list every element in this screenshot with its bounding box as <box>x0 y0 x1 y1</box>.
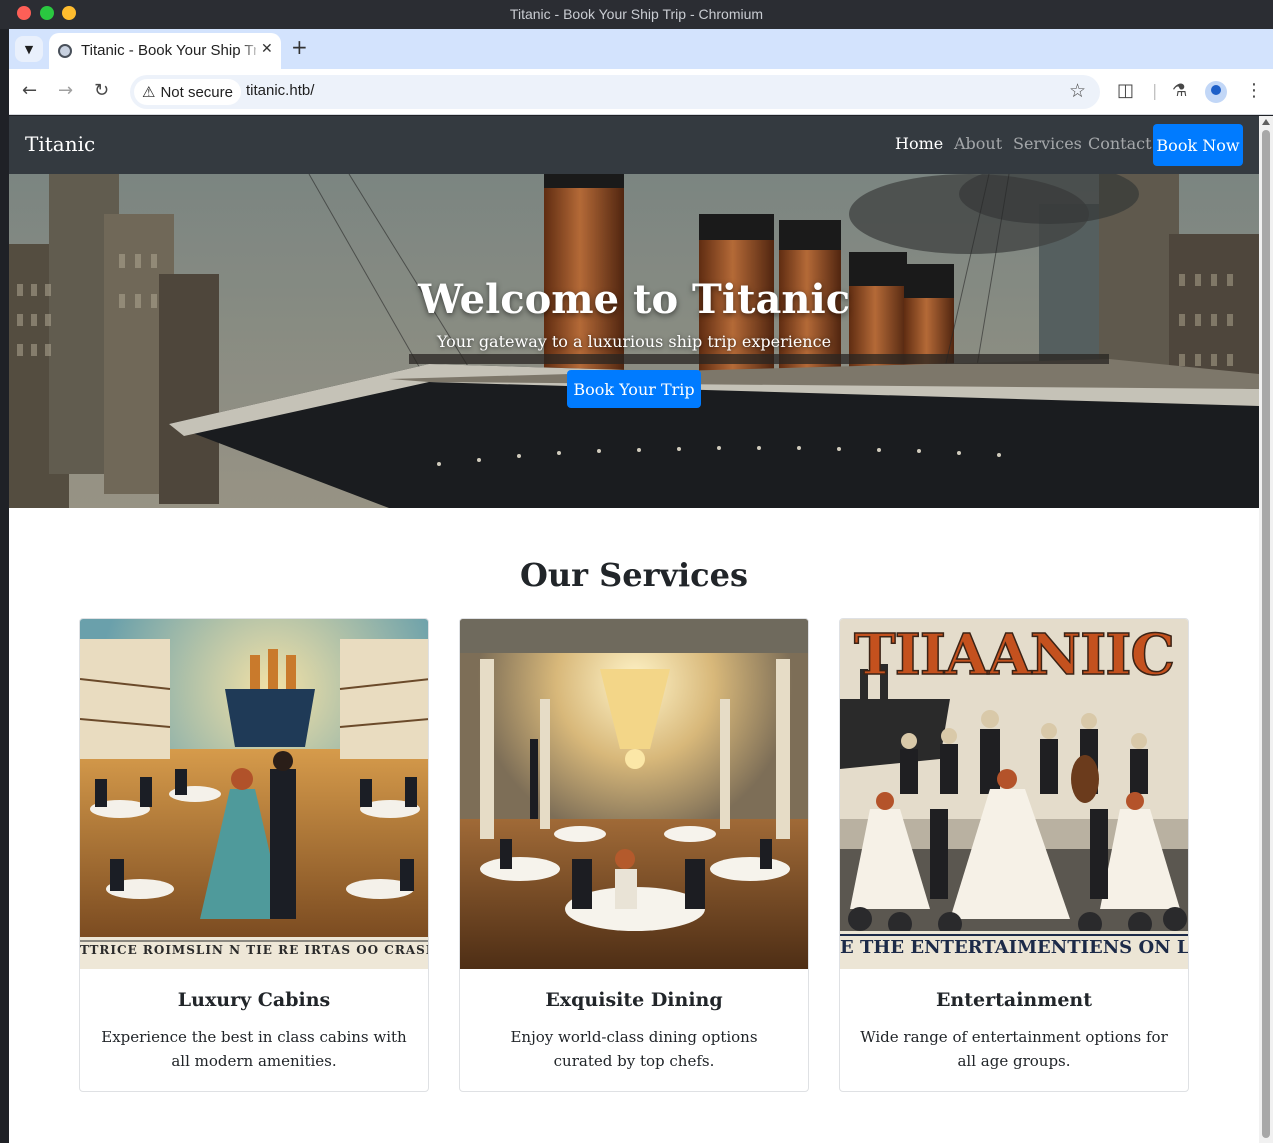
card-title: Entertainment <box>935 989 1093 1011</box>
browser-tab[interactable]: Titanic - Book Your Ship Trip ✕ <box>49 33 281 69</box>
hero-subtitle: Your gateway to a luxurious ship trip ex… <box>436 332 832 351</box>
card-text: Wide range of entertainment options for … <box>860 1028 1168 1070</box>
window-titlebar: Titanic - Book Your Ship Trip - Chromium <box>0 0 1273 29</box>
site-brand[interactable]: Titanic <box>25 132 95 156</box>
tab-strip: ▼ Titanic - Book Your Ship Trip ✕ + <box>9 29 1273 69</box>
menu-kebab-icon[interactable]: ⋮ <box>1245 80 1263 102</box>
card-text: Experience the best in class cabins with… <box>101 1028 407 1070</box>
card-title: Luxury Cabins <box>177 989 331 1011</box>
tab-search-button[interactable]: ▼ <box>15 36 43 62</box>
book-now-button[interactable]: Book Now <box>1153 124 1243 166</box>
services-heading: Our Services <box>519 556 749 594</box>
chevron-down-icon: ▼ <box>24 42 34 56</box>
luxury-cabins-image <box>80 619 428 969</box>
nav-about[interactable]: About <box>954 134 1002 153</box>
scrollbar-thumb[interactable] <box>1262 130 1270 1138</box>
favicon-icon <box>58 44 72 58</box>
scroll-up-arrow-icon[interactable] <box>1262 119 1270 125</box>
security-label: Not secure <box>160 83 233 101</box>
card-title: Exquisite Dining <box>545 989 723 1011</box>
service-card-entertainment: TIIAANIIC E THE ENTERTAIMENTIENS ON LAI … <box>839 618 1189 1092</box>
site-navbar: Titanic Home About Services Contact Book… <box>9 116 1259 174</box>
extensions-puzzle-icon[interactable]: ◫ <box>1117 80 1134 102</box>
entertainment-image-header: TIIAANIIC <box>853 622 1176 688</box>
page-viewport: Titanic Home About Services Contact Book… <box>9 116 1259 1143</box>
reload-icon[interactable]: ↻ <box>94 80 109 102</box>
address-bar[interactable]: ⚠ Not secure titanic.htb/ ☆ <box>130 75 1100 109</box>
tab-close-icon[interactable]: ✕ <box>261 41 273 57</box>
profile-avatar-icon[interactable] <box>1205 81 1227 103</box>
toolbar-divider: | <box>1152 81 1158 100</box>
hero-section: Welcome to Titanic Your gateway to a lux… <box>9 174 1259 508</box>
nav-services[interactable]: Services <box>1013 134 1082 153</box>
nav-home[interactable]: Home <box>895 134 943 153</box>
tab-title: Titanic - Book Your Ship Trip <box>81 42 256 59</box>
nav-contact[interactable]: Contact <box>1088 134 1152 153</box>
entertainment-image-caption: E THE ENTERTAIMENTIENS ON LAI <box>840 937 1188 958</box>
exquisite-dining-image <box>460 619 808 969</box>
bookmark-star-icon[interactable]: ☆ <box>1069 80 1086 102</box>
card-text: Enjoy world-class dining options curated… <box>510 1028 758 1070</box>
browser-toolbar: ← → ↻ ⚠ Not secure titanic.htb/ ☆ ◫ | ⚗ … <box>9 69 1273 115</box>
back-arrow-icon[interactable]: ← <box>22 80 37 102</box>
labs-flask-icon[interactable]: ⚗ <box>1172 80 1187 102</box>
forward-arrow-icon[interactable]: → <box>58 80 73 102</box>
luxury-cabins-image-caption: TTRICE ROIMSLIN N TIE RE IRTAS OO CRASI <box>80 943 428 957</box>
page-scrollbar[interactable] <box>1259 116 1273 1143</box>
warning-icon: ⚠ <box>142 84 156 101</box>
security-chip[interactable]: ⚠ Not secure <box>134 79 241 105</box>
new-tab-button[interactable]: + <box>291 37 308 57</box>
service-card-exquisite-dining: Exquisite Dining Enjoy world-class dinin… <box>459 618 809 1092</box>
hero-title: Welcome to Titanic <box>417 276 851 323</box>
url-text[interactable]: titanic.htb/ <box>246 82 314 99</box>
service-card-luxury-cabins: TTRICE ROIMSLIN N TIE RE IRTAS OO CRASI … <box>79 618 429 1092</box>
book-your-trip-button[interactable]: Book Your Trip <box>567 370 701 408</box>
window-title: Titanic - Book Your Ship Trip - Chromium <box>509 6 764 22</box>
